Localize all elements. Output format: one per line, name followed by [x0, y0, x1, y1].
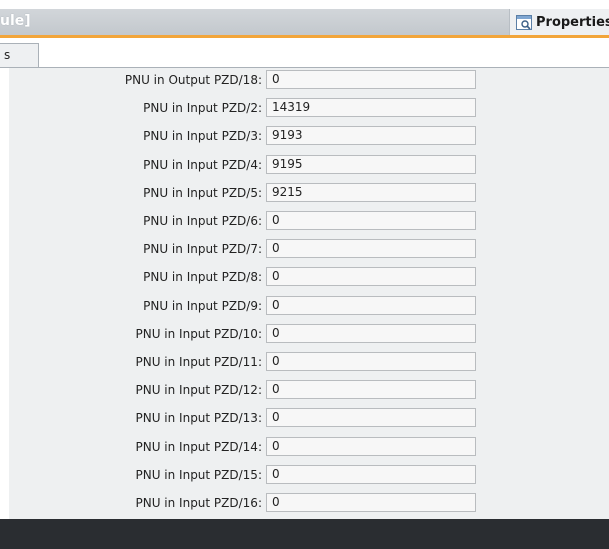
parameter-value-field[interactable]: 0: [266, 493, 476, 512]
parameter-row: PNU in Input PZD/15: 0: [9, 465, 476, 485]
tab-label: s: [4, 48, 11, 62]
parameter-value-field[interactable]: 0: [266, 437, 476, 456]
parameter-value-field[interactable]: 0: [266, 70, 476, 89]
properties-tab-label: Properties: [536, 14, 609, 30]
parameter-row: PNU in Input PZD/14: 0: [9, 437, 476, 457]
parameter-label: PNU in Input PZD/11:: [135, 355, 262, 369]
parameter-row: PNU in Output PZD/18: 0: [9, 70, 476, 90]
parameter-row: PNU in Input PZD/3: 9193: [9, 126, 476, 146]
parameter-label: PNU in Input PZD/15:: [135, 468, 262, 482]
parameter-label: PNU in Input PZD/14:: [135, 440, 262, 454]
panel-left-edge: [0, 68, 9, 519]
parameter-label: PNU in Input PZD/5:: [143, 186, 262, 200]
parameter-value-field[interactable]: 0: [266, 352, 476, 371]
parameter-row: PNU in Input PZD/8: 0: [9, 267, 476, 287]
parameter-label: PNU in Input PZD/9:: [143, 299, 262, 313]
inspector-tab-strip: s: [0, 38, 609, 68]
parameter-label: PNU in Input PZD/16:: [135, 496, 262, 510]
parameter-row: PNU in Input PZD/9: 0: [9, 296, 476, 316]
parameter-panel: PNU in Output PZD/18: 0 PNU in Input PZD/2…: [9, 68, 609, 519]
parameter-row: PNU in Input PZD/11: 0: [9, 352, 476, 372]
parameter-row: PNU in Input PZD/2: 14319: [9, 98, 476, 118]
parameter-label: PNU in Input PZD/8:: [143, 270, 262, 284]
parameter-value-field[interactable]: 9195: [266, 155, 476, 174]
properties-tab[interactable]: Properties: [509, 9, 609, 35]
inspector-title: ule]: [0, 13, 31, 29]
parameter-label: PNU in Input PZD/2:: [143, 101, 262, 115]
parameter-label: PNU in Input PZD/10:: [135, 327, 262, 341]
tab-general[interactable]: s: [0, 43, 39, 67]
parameter-label: PNU in Input PZD/4:: [143, 158, 262, 172]
parameter-label: PNU in Input PZD/12:: [135, 383, 262, 397]
parameter-label: PNU in Input PZD/13:: [135, 411, 262, 425]
parameter-value-field[interactable]: 14319: [266, 98, 476, 117]
parameter-label: PNU in Output PZD/18:: [124, 73, 262, 87]
parameter-value-field[interactable]: 0: [266, 211, 476, 230]
inspector-title-bar: ule] Properties: [0, 9, 609, 38]
bottom-bar: [0, 519, 609, 549]
parameter-row: PNU in Input PZD/4: 9195: [9, 155, 476, 175]
parameter-value-field[interactable]: 9215: [266, 183, 476, 202]
parameter-value-field[interactable]: 0: [266, 380, 476, 399]
parameter-value-field[interactable]: 0: [266, 324, 476, 343]
parameter-row: PNU in Input PZD/13: 0: [9, 408, 476, 428]
parameter-row: PNU in Input PZD/12: 0: [9, 380, 476, 400]
parameter-row: PNU in Input PZD/16: 0: [9, 493, 476, 513]
parameter-row: PNU in Input PZD/10: 0: [9, 324, 476, 344]
parameter-row: PNU in Input PZD/7: 0: [9, 239, 476, 259]
parameter-label: PNU in Input PZD/6:: [143, 214, 262, 228]
parameter-value-field[interactable]: 0: [266, 239, 476, 258]
parameter-value-field[interactable]: 0: [266, 465, 476, 484]
parameter-row: PNU in Input PZD/5: 9215: [9, 183, 476, 203]
parameter-label: PNU in Input PZD/7:: [143, 242, 262, 256]
properties-icon: [516, 14, 532, 30]
parameter-value-field[interactable]: 0: [266, 267, 476, 286]
parameter-row: PNU in Input PZD/6: 0: [9, 211, 476, 231]
parameter-value-field[interactable]: 0: [266, 296, 476, 315]
parameter-label: PNU in Input PZD/3:: [143, 129, 262, 143]
parameter-value-field[interactable]: 0: [266, 408, 476, 427]
parameter-value-field[interactable]: 9193: [266, 126, 476, 145]
